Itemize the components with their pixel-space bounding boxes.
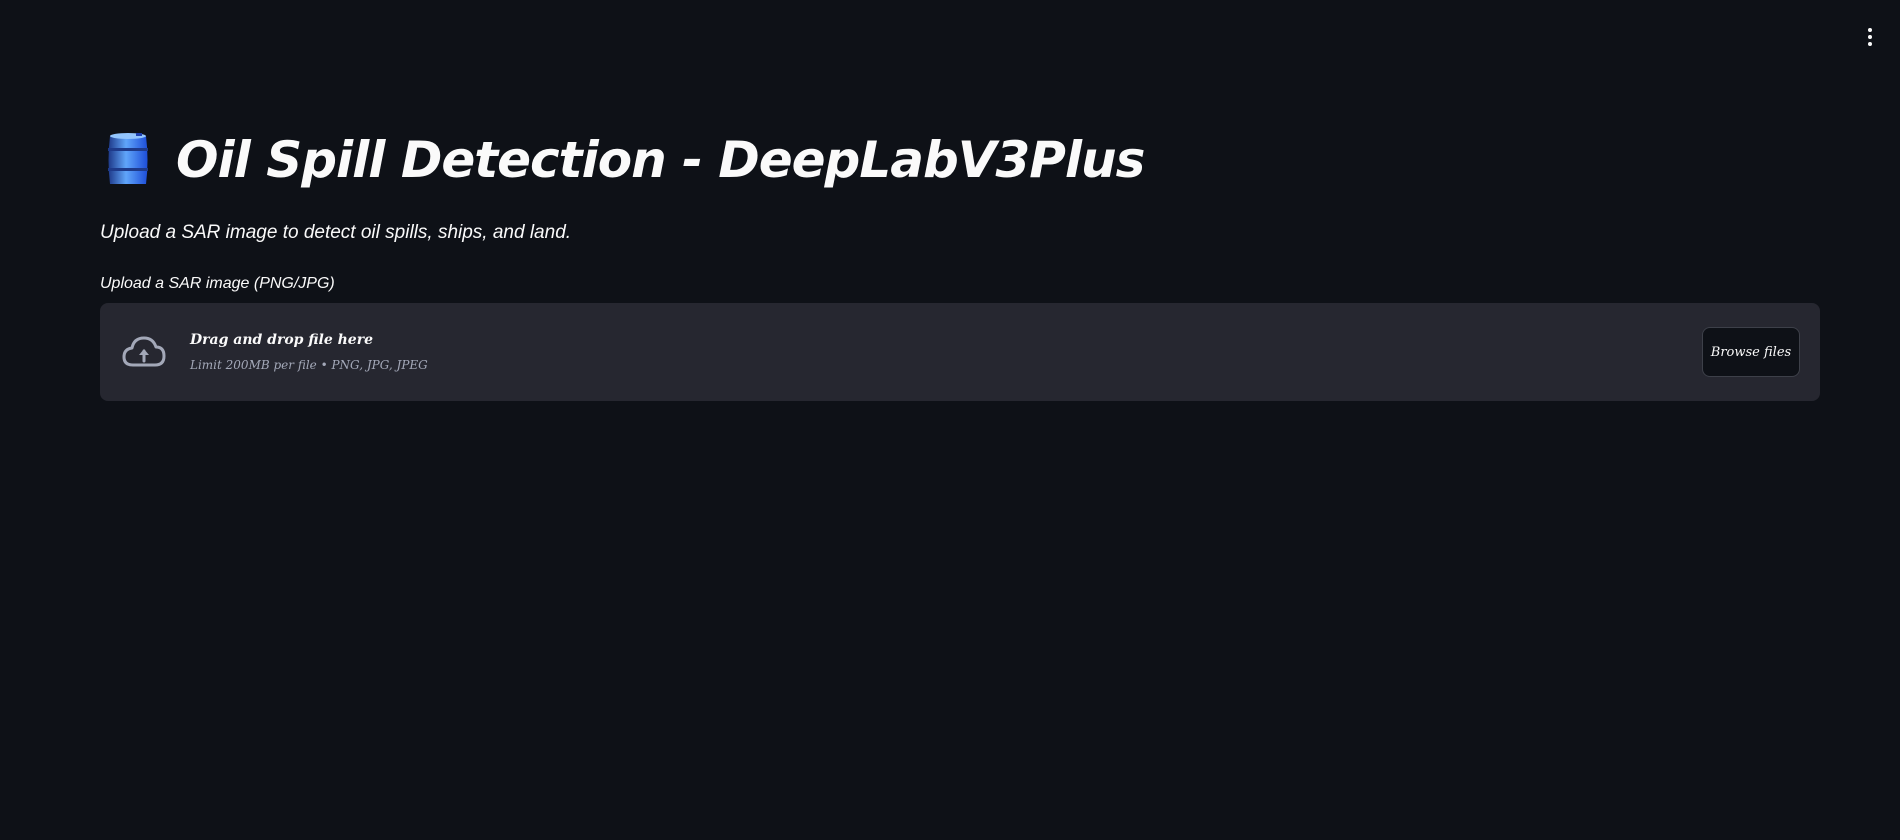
app-root: Oil Spill Detection - DeepLabV3Plus Uplo… (0, 0, 1900, 840)
kebab-menu-icon (1868, 42, 1872, 46)
cloud-upload-icon (120, 332, 168, 372)
uploader-label: Upload a SAR image (PNG/JPG) (100, 275, 335, 292)
page-subtitle: Upload a SAR image to detect oil spills,… (100, 222, 572, 243)
file-dropzone[interactable]: Drag and drop file here Limit 200MB per … (100, 303, 1820, 401)
dropzone-instruction: Drag and drop file here (190, 332, 373, 348)
dropzone-limit: Limit 200MB per file • PNG, JPG, JPEG (190, 358, 428, 372)
kebab-menu-icon (1868, 28, 1872, 32)
kebab-menu-icon (1868, 35, 1872, 39)
oil-barrel-icon (100, 130, 156, 190)
browse-files-button[interactable]: Browse files (1702, 327, 1800, 377)
main-content: Oil Spill Detection - DeepLabV3Plus Uplo… (100, 120, 1820, 401)
page-title: Oil Spill Detection - DeepLabV3Plus (176, 131, 1145, 189)
main-menu-button[interactable] (1858, 22, 1882, 52)
dropzone-text: Drag and drop file here Limit 200MB per … (190, 332, 428, 372)
title-row: Oil Spill Detection - DeepLabV3Plus (100, 120, 1820, 200)
